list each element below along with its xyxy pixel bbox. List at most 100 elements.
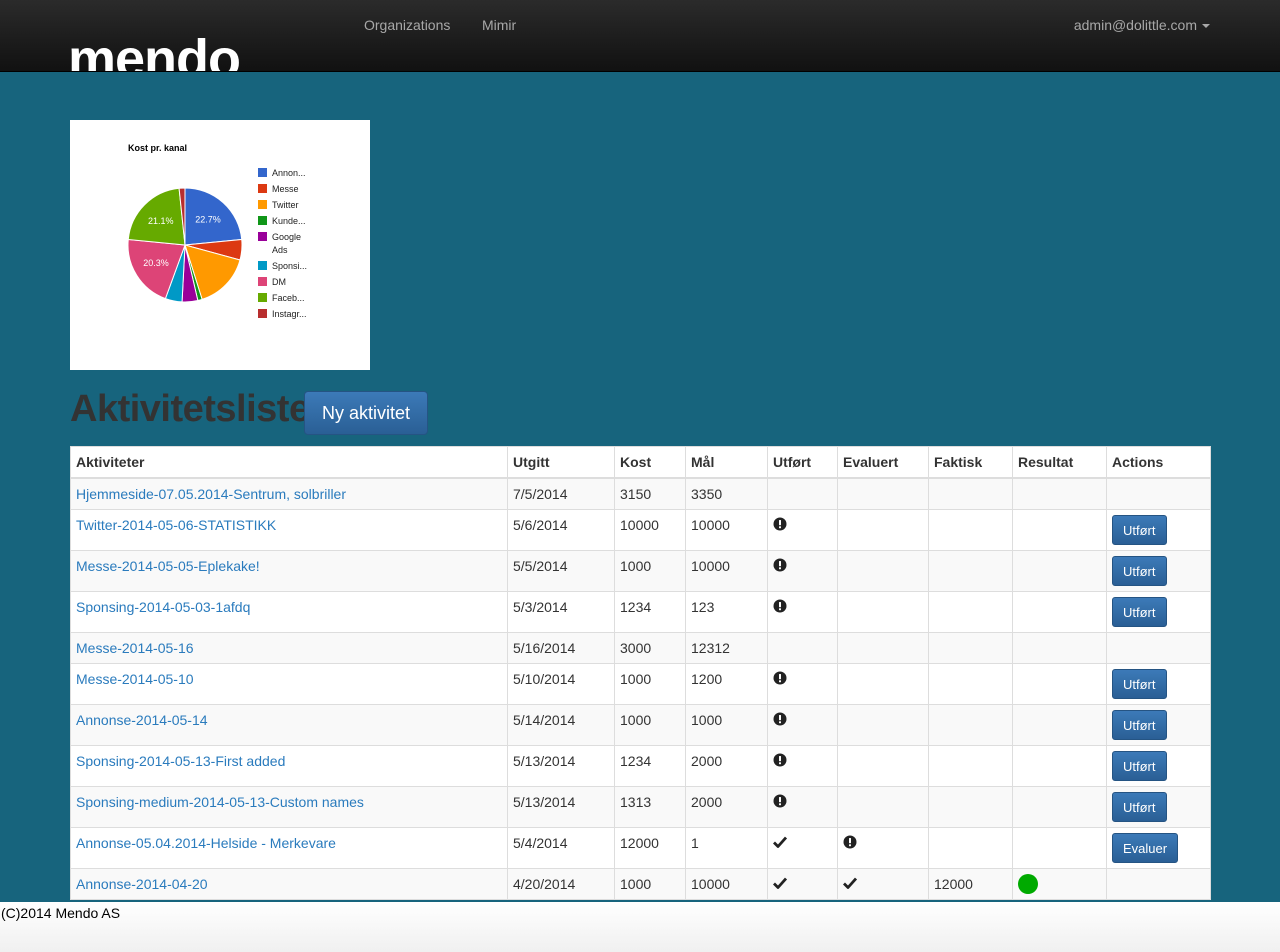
legend-swatch [258,168,267,177]
cell-actions: Utført [1106,663,1211,705]
cell-utfort [767,550,838,592]
activity-link[interactable]: Sponsing-medium-2014-05-13-Custom names [76,794,364,810]
nav-mimir[interactable]: Mimir [482,17,516,33]
cell-resultat [1012,827,1107,869]
chart-title: Kost pr. kanal [128,143,187,153]
cell-resultat [1012,509,1107,551]
legend-swatch [258,232,267,241]
exclamation-circle-icon [773,558,787,572]
cell-evaluert [837,786,929,828]
row-action-button[interactable]: Utført [1112,556,1167,586]
cell-evaluert [837,550,929,592]
row-action-button[interactable]: Utført [1112,751,1167,781]
cell-actions: Utført [1106,509,1211,551]
cell-maal: 10000 [685,868,768,900]
cell-utgitt: 5/3/2014 [507,591,615,633]
cell-activity: Sponsing-medium-2014-05-13-Custom names [70,786,508,828]
row-action-button[interactable]: Utført [1112,669,1167,699]
cell-activity: Annonse-05.04.2014-Helside - Merkevare [70,827,508,869]
exclamation-circle-icon [843,835,857,849]
check-icon [773,877,787,889]
top-navbar: mendo Organizations Mimir admin@dolittle… [0,0,1280,72]
cell-actions: Utført [1106,745,1211,787]
activity-link[interactable]: Annonse-2014-04-20 [76,876,208,892]
header-actions: Actions [1106,446,1211,479]
row-action-button[interactable]: Utført [1112,710,1167,740]
cell-activity: Annonse-2014-05-14 [70,704,508,746]
activity-link[interactable]: Hjemmeside-07.05.2014-Sentrum, solbrille… [76,486,346,502]
cell-maal: 1200 [685,663,768,705]
cell-evaluert [837,591,929,633]
legend-swatch [258,216,267,225]
cell-resultat [1012,550,1107,592]
activity-link[interactable]: Messe-2014-05-10 [76,671,194,687]
cell-resultat [1012,704,1107,746]
activity-link[interactable]: Messe-2014-05-16 [76,640,194,656]
cell-resultat [1012,591,1107,633]
row-action-button[interactable]: Utført [1112,597,1167,627]
footer: (C)2014 Mendo AS [0,902,1280,952]
legend-label: Sponsi... [272,261,307,271]
cell-kost: 1000 [614,704,686,746]
cell-evaluert [837,827,929,869]
cell-utfort [767,827,838,869]
cell-utfort [767,477,838,510]
activity-link[interactable]: Messe-2014-05-05-Eplekake! [76,558,260,574]
exclamation-circle-icon [773,712,787,726]
cell-utgitt: 5/4/2014 [507,827,615,869]
header-faktisk: Faktisk [928,446,1013,479]
check-icon [843,877,857,889]
legend-swatch [258,261,267,270]
cell-resultat [1012,786,1107,828]
activity-link[interactable]: Sponsing-2014-05-03-1afdq [76,599,250,615]
result-indicator [1018,874,1038,894]
cell-faktisk [928,704,1013,746]
table-row: Sponsing-medium-2014-05-13-Custom names 5… [70,786,1211,828]
cell-actions: Utført [1106,550,1211,592]
cell-utgitt: 5/13/2014 [507,745,615,787]
mendo-logo[interactable]: mendo [68,0,308,71]
row-action-button[interactable]: Evaluer [1112,833,1179,863]
cell-actions [1106,868,1211,900]
cell-utfort [767,663,838,705]
legend-label: Faceb... [272,293,305,303]
cell-activity: Messe-2014-05-10 [70,663,508,705]
cell-maal: 3350 [685,477,768,510]
cell-kost: 3150 [614,477,686,510]
row-action-button[interactable]: Utført [1112,515,1167,545]
legend-label: Twitter [272,200,299,210]
legend-label: Kunde... [272,216,306,226]
table-row: Sponsing-2014-05-13-First added 5/13/2014… [70,745,1211,787]
user-email: admin@dolittle.com [1073,17,1197,33]
cell-faktisk [928,827,1013,869]
cell-evaluert [837,663,929,705]
cell-evaluert [837,868,929,900]
cell-kost: 1000 [614,663,686,705]
legend-label: Instagr... [272,309,307,319]
nav-organizations[interactable]: Organizations [364,17,450,33]
cell-activity: Messe-2014-05-05-Eplekake! [70,550,508,592]
cell-faktisk [928,632,1013,664]
cell-utfort [767,868,838,900]
cell-faktisk [928,591,1013,633]
cell-actions: Utført [1106,704,1211,746]
cell-faktisk [928,509,1013,551]
activity-link[interactable]: Annonse-05.04.2014-Helside - Merkevare [76,835,336,851]
cell-maal: 12312 [685,632,768,664]
user-menu[interactable]: admin@dolittle.com [1074,17,1210,33]
activity-link[interactable]: Sponsing-2014-05-13-First added [76,753,285,769]
activity-link[interactable]: Annonse-2014-05-14 [76,712,208,728]
row-action-button[interactable]: Utført [1112,792,1167,822]
cell-utfort [767,591,838,633]
cell-faktisk [928,477,1013,510]
cell-utfort [767,786,838,828]
cell-utgitt: 5/13/2014 [507,786,615,828]
check-icon [773,836,787,848]
activity-link[interactable]: Twitter-2014-05-06-STATISTIKK [76,517,276,533]
cell-activity: Hjemmeside-07.05.2014-Sentrum, solbrille… [70,477,508,510]
cell-utgitt: 5/16/2014 [507,632,615,664]
new-activity-button[interactable]: Ny aktivitet [304,391,428,435]
cell-maal: 10000 [685,509,768,551]
header-maal: Mål [685,446,768,479]
header-evaluert: Evaluert [837,446,929,479]
